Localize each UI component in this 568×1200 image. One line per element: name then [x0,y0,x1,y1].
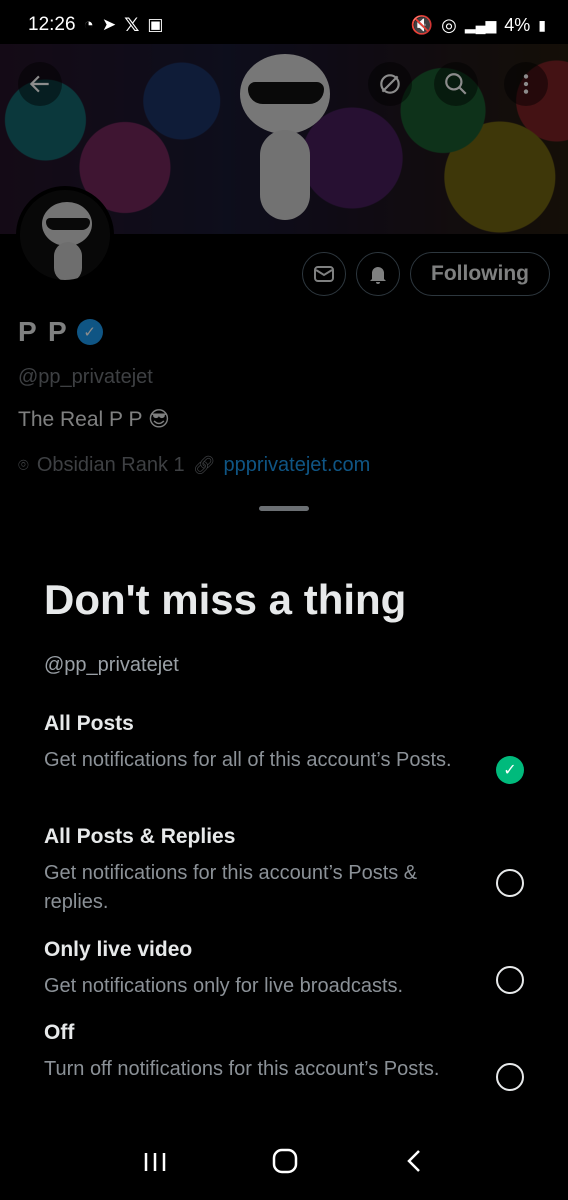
option-description: Get notifications only for live broadcas… [44,975,404,997]
grok-icon[interactable] [368,62,412,106]
home-icon[interactable] [271,1147,299,1183]
profile-website-link[interactable]: ppprivatejet.com [224,454,371,477]
sheet-title: Don't miss a thing [44,576,407,623]
status-time: 12:26 [28,14,76,35]
mute-icon: 🔇 [410,14,434,35]
option-description: Get notifications for this account’s Pos… [44,862,418,913]
option-off[interactable]: Off Turn off notifications for this acco… [44,1021,524,1091]
profile-bio: The Real P P 😎 [18,408,170,431]
hotspot-icon: ◎ [441,14,457,35]
whatsapp-icon: ◔ [83,15,94,34]
profile-actions: Following [302,252,550,296]
recents-icon[interactable] [142,1148,168,1182]
option-description: Get notifications for all of this accoun… [44,749,452,771]
location-pin-icon: ⌾ [18,455,29,475]
notification-sheet: Don't miss a thing @pp_privatejet All Po… [0,494,568,1200]
option-title: Off [44,1021,75,1044]
following-button[interactable]: Following [410,252,550,296]
mail-icon [314,266,335,282]
verified-badge-icon: ✓ [76,319,103,345]
radio-unchecked-icon[interactable] [496,869,524,897]
status-bar: 12:26 ◔ ➤ 𝕏 ▣ 🔇 ◎ ▂▄▆ 4% ▮ [0,0,568,50]
radio-unchecked-icon[interactable] [496,966,524,994]
banner-mascot-image [230,54,340,234]
option-title: All Posts [44,712,134,735]
profile-location: Obsidian Rank 1 [36,454,185,476]
profile-meta: ⌾ Obsidian Rank 1 🔗︎ ppprivatejet.com [18,454,370,477]
option-live-video[interactable]: Only live video Get notifications only f… [44,938,524,1001]
option-description: Turn off notifications for this account’… [44,1058,440,1080]
x-icon: 𝕏 [124,14,140,36]
link-icon: 🔗︎ [192,455,216,475]
telegram-icon: ➤ [101,15,117,34]
profile-name-row: P P ✓ [18,316,103,348]
back-arrow-icon[interactable] [18,62,62,106]
battery-icon: ▮ [538,16,546,33]
option-all-posts[interactable]: All Posts Get notifications for all of t… [44,712,524,784]
battery-level: 4% [504,14,531,35]
sheet-handle: @pp_privatejet [44,654,179,676]
radio-unchecked-icon[interactable] [496,1063,524,1091]
option-title: All Posts & Replies [44,825,236,848]
signal-icon: ▂▄▆ [464,16,497,33]
profile-handle: @pp_privatejet [18,366,153,388]
search-icon[interactable] [434,62,478,106]
option-all-posts-replies[interactable]: All Posts & Replies Get notifications fo… [44,825,524,917]
message-button[interactable] [302,252,347,296]
option-title: Only live video [44,938,193,961]
more-vertical-icon[interactable] [504,62,548,106]
radio-checked-icon[interactable]: ✓ [496,756,524,784]
gallery-icon: ▣ [147,15,164,34]
notifications-button[interactable] [356,252,401,296]
avatar[interactable] [16,186,114,284]
system-back-icon[interactable] [402,1148,426,1182]
bell-icon [370,267,387,284]
sheet-grabber[interactable] [259,506,309,511]
system-nav-bar [0,1130,568,1200]
profile-name: P P [18,316,69,347]
